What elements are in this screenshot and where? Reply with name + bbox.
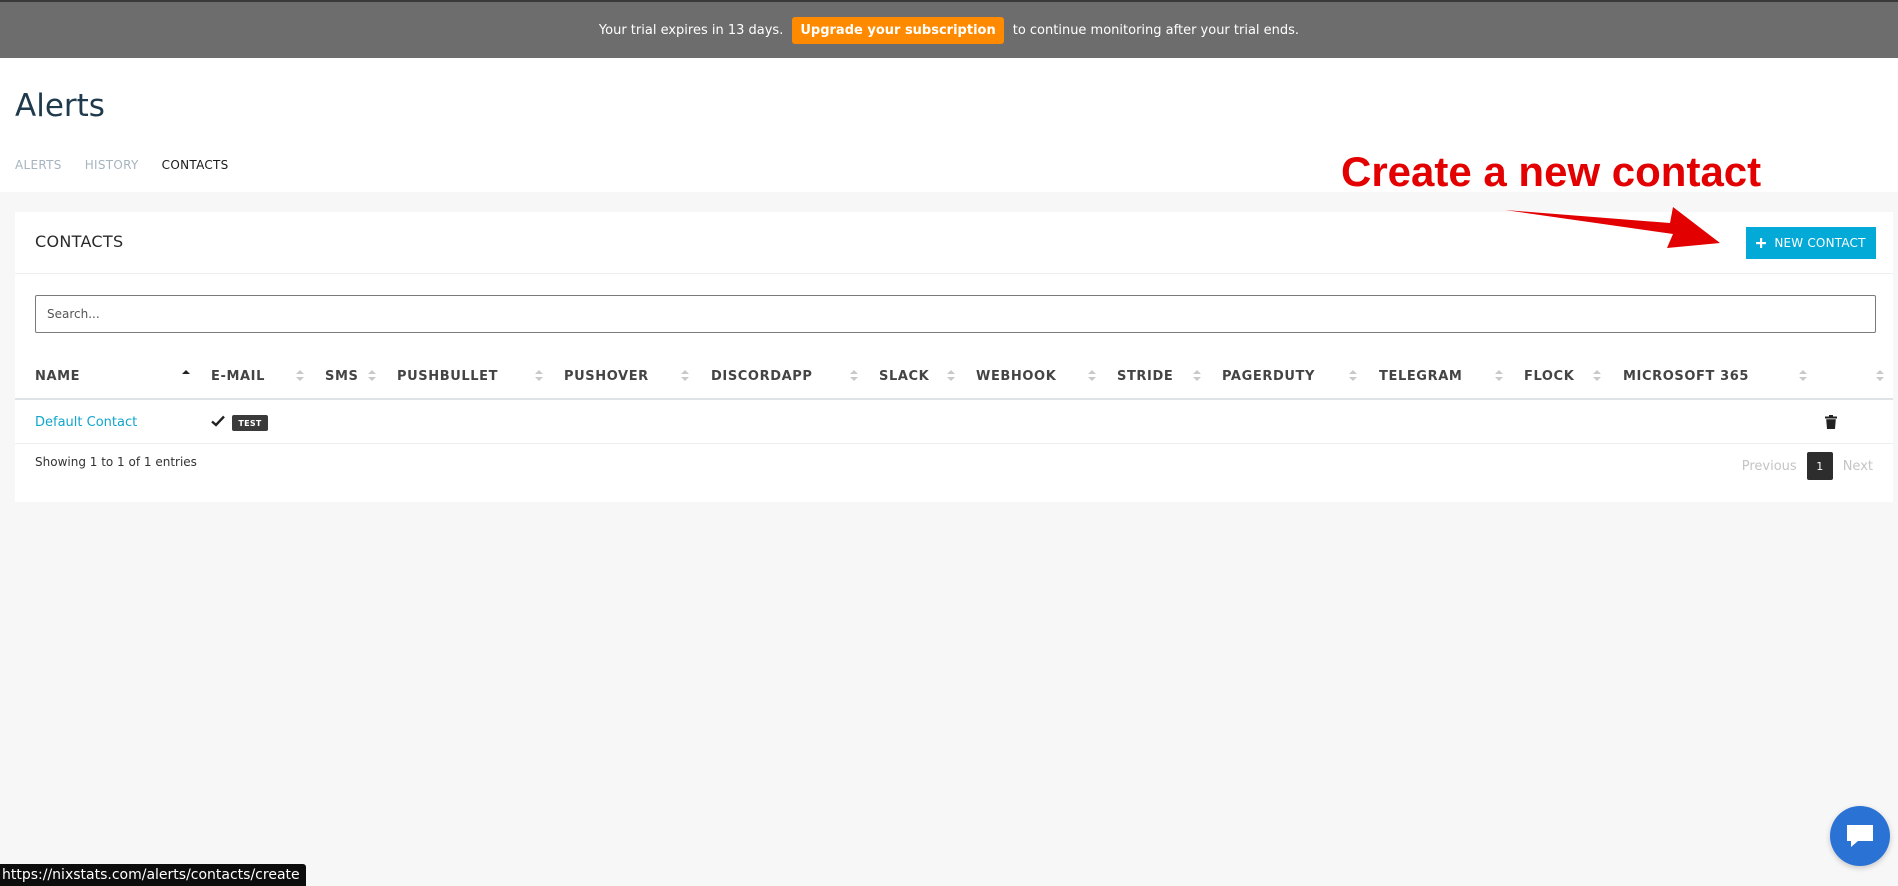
table-header: NAME E-MAIL SMS PUSHBULLET PUSHOVER DISC…	[15, 352, 1893, 400]
new-contact-button[interactable]: NEW CONTACT	[1746, 227, 1876, 259]
column-label: TELEGRAM	[1379, 368, 1463, 384]
sort-asc-icon[interactable]	[182, 370, 190, 382]
sort-icon[interactable]	[947, 370, 955, 382]
status-bar-url: https://nixstats.com/alerts/contacts/cre…	[0, 864, 306, 886]
trial-banner-text: Your trial expires in 13 days.	[598, 22, 784, 38]
upgrade-subscription-button[interactable]: Upgrade your subscription	[792, 16, 1004, 44]
column-header-email[interactable]: E-MAIL	[211, 352, 265, 400]
next-page-button[interactable]: Next	[1843, 459, 1873, 474]
column-header-sms[interactable]: SMS	[325, 352, 358, 400]
test-button[interactable]: TEST	[232, 415, 268, 431]
column-label: WEBHOOK	[976, 368, 1057, 384]
sort-icon[interactable]	[368, 370, 376, 382]
column-header-flock[interactable]: FLOCK	[1524, 352, 1574, 400]
search-input[interactable]	[35, 295, 1876, 333]
sort-icon[interactable]	[1349, 370, 1357, 382]
page-number-button[interactable]: 1	[1806, 452, 1833, 480]
sort-icon[interactable]	[1593, 370, 1601, 382]
column-label: PUSHBULLET	[397, 368, 499, 384]
sort-icon[interactable]	[1088, 370, 1096, 382]
check-icon	[211, 415, 225, 427]
column-label: NAME	[35, 368, 81, 384]
column-label: SMS	[325, 368, 359, 384]
column-header-webhook[interactable]: WEBHOOK	[976, 352, 1056, 400]
column-header-name[interactable]: NAME	[35, 352, 80, 400]
column-header-discordapp[interactable]: DISCORDAPP	[711, 352, 813, 400]
trial-banner-suffix: to continue monitoring after your trial …	[1012, 22, 1300, 38]
column-header-pushbullet[interactable]: PUSHBULLET	[397, 352, 498, 400]
tab-alerts[interactable]: ALERTS	[15, 158, 62, 172]
plus-icon	[1756, 238, 1767, 248]
column-label: E-MAIL	[211, 368, 265, 384]
sort-icon[interactable]	[535, 370, 543, 382]
column-header-stride[interactable]: STRIDE	[1117, 352, 1173, 400]
new-contact-label: NEW CONTACT	[1774, 236, 1866, 250]
column-label: FLOCK	[1524, 368, 1575, 384]
pagination: Previous 1 Next	[1742, 452, 1873, 480]
page-title: Alerts	[15, 88, 105, 124]
contact-name-link[interactable]: Default Contact	[35, 415, 137, 430]
column-label: PUSHOVER	[564, 368, 649, 384]
column-label: PAGERDUTY	[1222, 368, 1315, 384]
column-header-pagerduty[interactable]: PAGERDUTY	[1222, 352, 1315, 400]
column-label: STRIDE	[1117, 368, 1174, 384]
tab-contacts[interactable]: CONTACTS	[162, 158, 229, 172]
column-label: DISCORDAPP	[711, 368, 813, 384]
column-label: MICROSOFT 365	[1623, 368, 1749, 384]
sort-icon[interactable]	[1876, 370, 1884, 382]
entries-info: Showing 1 to 1 of 1 entries	[35, 455, 197, 469]
previous-page-button[interactable]: Previous	[1742, 459, 1797, 474]
trial-banner: Your trial expires in 13 days. Upgrade y…	[0, 0, 1898, 58]
column-header-microsoft-365[interactable]: MICROSOFT 365	[1623, 352, 1749, 400]
column-header-slack[interactable]: SLACK	[879, 352, 929, 400]
column-header-pushover[interactable]: PUSHOVER	[564, 352, 649, 400]
chat-bubble-icon	[1847, 825, 1873, 847]
column-label: SLACK	[879, 368, 930, 384]
sort-icon[interactable]	[850, 370, 858, 382]
column-header-telegram[interactable]: TELEGRAM	[1379, 352, 1462, 400]
sort-icon[interactable]	[1193, 370, 1201, 382]
trash-icon[interactable]	[1825, 415, 1837, 429]
table-row: Default Contact TEST	[15, 402, 1893, 444]
annotation-arrow-icon	[1505, 207, 1720, 248]
sort-icon[interactable]	[1799, 370, 1807, 382]
chat-widget-button[interactable]	[1830, 806, 1890, 866]
sort-icon[interactable]	[1495, 370, 1503, 382]
tab-bar: ALERTS HISTORY CONTACTS	[15, 158, 252, 172]
sort-icon[interactable]	[681, 370, 689, 382]
annotation-label: Create a new contact	[1341, 148, 1762, 195]
panel-title: CONTACTS	[35, 232, 124, 251]
sort-icon[interactable]	[296, 370, 304, 382]
tab-history[interactable]: HISTORY	[85, 158, 139, 172]
